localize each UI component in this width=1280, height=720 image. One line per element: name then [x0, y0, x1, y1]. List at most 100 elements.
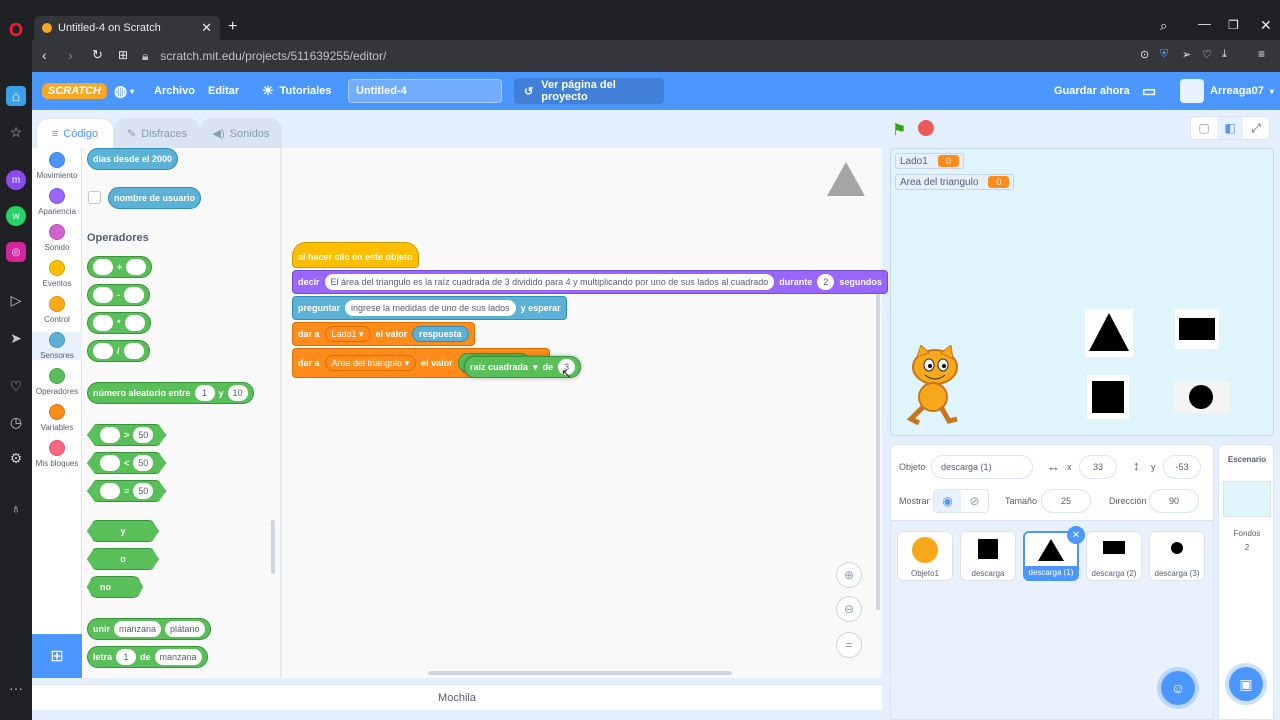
block-letra[interactable]: letra 1 de manzana: [87, 646, 208, 668]
heart-icon[interactable]: ♡: [6, 376, 26, 396]
tabs-grid-icon[interactable]: ⊞: [118, 48, 128, 62]
new-tab-icon[interactable]: +: [228, 18, 237, 36]
block-add[interactable]: +: [87, 256, 153, 278]
slot[interactable]: [124, 315, 145, 331]
x-input[interactable]: 33: [1079, 455, 1117, 479]
durante-input[interactable]: 2: [817, 274, 835, 290]
slot[interactable]: [93, 343, 113, 359]
checkbox-nombre-usuario[interactable]: [88, 191, 101, 204]
sprite-tile-selected[interactable]: descarga (1) ✕: [1023, 526, 1085, 581]
opera-logo-icon[interactable]: O: [6, 20, 26, 40]
slot[interactable]: [93, 259, 113, 275]
slot[interactable]: [100, 483, 120, 499]
editar-menu[interactable]: Editar: [208, 72, 239, 110]
minimize-icon[interactable]: —: [1198, 16, 1211, 31]
player-icon[interactable]: ▷: [6, 290, 26, 310]
close-window-icon[interactable]: ✕: [1260, 17, 1272, 34]
delete-sprite-icon[interactable]: ✕: [1067, 526, 1085, 544]
block-aleatorio[interactable]: número aleatorio entre 1 y 10: [87, 382, 254, 404]
history-icon[interactable]: ◷: [6, 412, 26, 432]
slot[interactable]: 50: [133, 427, 154, 443]
scratch-cat-sprite[interactable]: [901, 344, 965, 427]
browser-tab[interactable]: Untitled-4 on Scratch ✕: [34, 16, 220, 40]
ver-pagina-button[interactable]: ↺ Ver página del proyecto: [514, 78, 664, 104]
sprite-tile[interactable]: descarga (3): [1149, 531, 1205, 581]
language-menu[interactable]: ◍ ▾: [114, 72, 134, 110]
tab-disfraces[interactable]: ✎ Disfraces: [114, 118, 200, 148]
instagram-icon[interactable]: ◎: [6, 242, 26, 262]
direccion-input[interactable]: 90: [1149, 489, 1199, 513]
zoom-reset-button[interactable]: =: [836, 632, 862, 658]
sprite-tile[interactable]: Objeto1: [897, 531, 953, 581]
tutoriales-button[interactable]: ☀ Tutoriales: [262, 72, 331, 110]
block-eq[interactable]: = 50: [87, 480, 167, 502]
category-variables[interactable]: Variables: [32, 404, 82, 432]
add-sprite-button[interactable]: ☺: [1161, 671, 1195, 705]
send-icon[interactable]: ➤: [6, 328, 26, 348]
large-stage-icon[interactable]: ◧: [1217, 117, 1243, 139]
block-lt[interactable]: <50: [87, 452, 167, 474]
menu-icon[interactable]: ≡: [1258, 47, 1265, 61]
add-backdrop-button[interactable]: ▣: [1229, 667, 1263, 701]
slot[interactable]: plátano: [165, 621, 205, 637]
palette-scrollbar[interactable]: [271, 520, 275, 574]
archivo-menu[interactable]: Archivo: [154, 72, 195, 110]
slot[interactable]: manzana: [114, 621, 162, 637]
add-extension-button[interactable]: ⊞: [32, 634, 82, 678]
category-control[interactable]: Control: [32, 296, 82, 324]
shield-icon[interactable]: ⛨: [1160, 48, 1168, 61]
restore-icon[interactable]: ❐: [1228, 18, 1239, 32]
sprite-tile[interactable]: descarga: [960, 531, 1016, 581]
stop-icon[interactable]: [918, 120, 934, 136]
home-icon[interactable]: ⌂: [6, 86, 26, 106]
block-unir[interactable]: unir manzana plátano: [87, 618, 211, 640]
block-sub[interactable]: -: [87, 284, 150, 306]
my-stuff-folder-icon[interactable]: ▭: [1142, 72, 1156, 110]
slot[interactable]: 1: [194, 385, 215, 401]
account-menu[interactable]: Arreaga07 ▾: [1180, 72, 1274, 110]
block-div[interactable]: /: [87, 340, 150, 362]
camera-icon[interactable]: ⊙: [1140, 48, 1149, 61]
whatsapp-icon[interactable]: w: [6, 206, 26, 226]
block-nombre-usuario[interactable]: nombre de usuario: [108, 187, 202, 209]
slot[interactable]: 50: [133, 455, 154, 471]
decir-text-input[interactable]: El área del triangulo es la raíz cuadrad…: [324, 274, 775, 290]
category-sensores[interactable]: Sensores: [32, 332, 82, 360]
stage[interactable]: Lado1 0 Area del triangulo 0: [890, 148, 1274, 436]
category-sonido[interactable]: Sonido: [32, 224, 82, 252]
settings-icon[interactable]: ⚙: [6, 448, 26, 468]
slot[interactable]: 50: [133, 483, 154, 499]
more-icon[interactable]: ···: [6, 678, 26, 698]
slot[interactable]: [93, 287, 113, 303]
favorite-icon[interactable]: ♡: [1202, 48, 1212, 61]
close-tab-icon[interactable]: ✕: [201, 20, 212, 36]
block-decir[interactable]: decir El área del triangulo es la raíz c…: [292, 270, 888, 294]
forward-icon[interactable]: ›: [68, 47, 73, 63]
star-icon[interactable]: ☆: [6, 122, 26, 142]
block-dar-a-lado1[interactable]: dar a Lado1 ▾ el valor respuesta: [292, 322, 475, 346]
project-title-input[interactable]: Untitled-4: [348, 79, 502, 103]
block-gt[interactable]: >50: [87, 424, 167, 446]
block-mul[interactable]: *: [87, 312, 151, 334]
fullscreen-icon[interactable]: ⤢: [1243, 117, 1269, 139]
tab-sonidos[interactable]: ◀) Sonidos: [200, 118, 282, 148]
slot[interactable]: manzana: [154, 649, 202, 665]
preguntar-text-input[interactable]: ingrese la medidas de uno de sus lados: [345, 300, 516, 316]
block-dias-desde[interactable]: días desde el 2000: [87, 148, 179, 170]
category-mis-bloques[interactable]: Mis bloques: [32, 440, 82, 468]
block-and[interactable]: y: [87, 520, 159, 542]
back-icon[interactable]: ‹: [42, 47, 47, 63]
respuesta-reporter[interactable]: respuesta: [412, 326, 469, 342]
tab-codigo[interactable]: ≡ Código: [36, 118, 114, 148]
scratch-logo[interactable]: SCRATCH: [42, 83, 107, 99]
reload-icon[interactable]: ↻: [92, 47, 103, 63]
circle-sprite[interactable]: [1173, 381, 1229, 413]
block-or[interactable]: o: [87, 548, 159, 570]
block-not[interactable]: no: [87, 576, 143, 598]
category-eventos[interactable]: Eventos: [32, 260, 82, 288]
function-dropdown-label[interactable]: raíz cuadrada: [470, 362, 528, 372]
sprite-name-input[interactable]: descarga (1): [931, 455, 1033, 479]
green-flag-icon[interactable]: ⚑: [892, 120, 906, 140]
guardar-button[interactable]: Guardar ahora: [1054, 72, 1130, 110]
slot[interactable]: [123, 343, 144, 359]
